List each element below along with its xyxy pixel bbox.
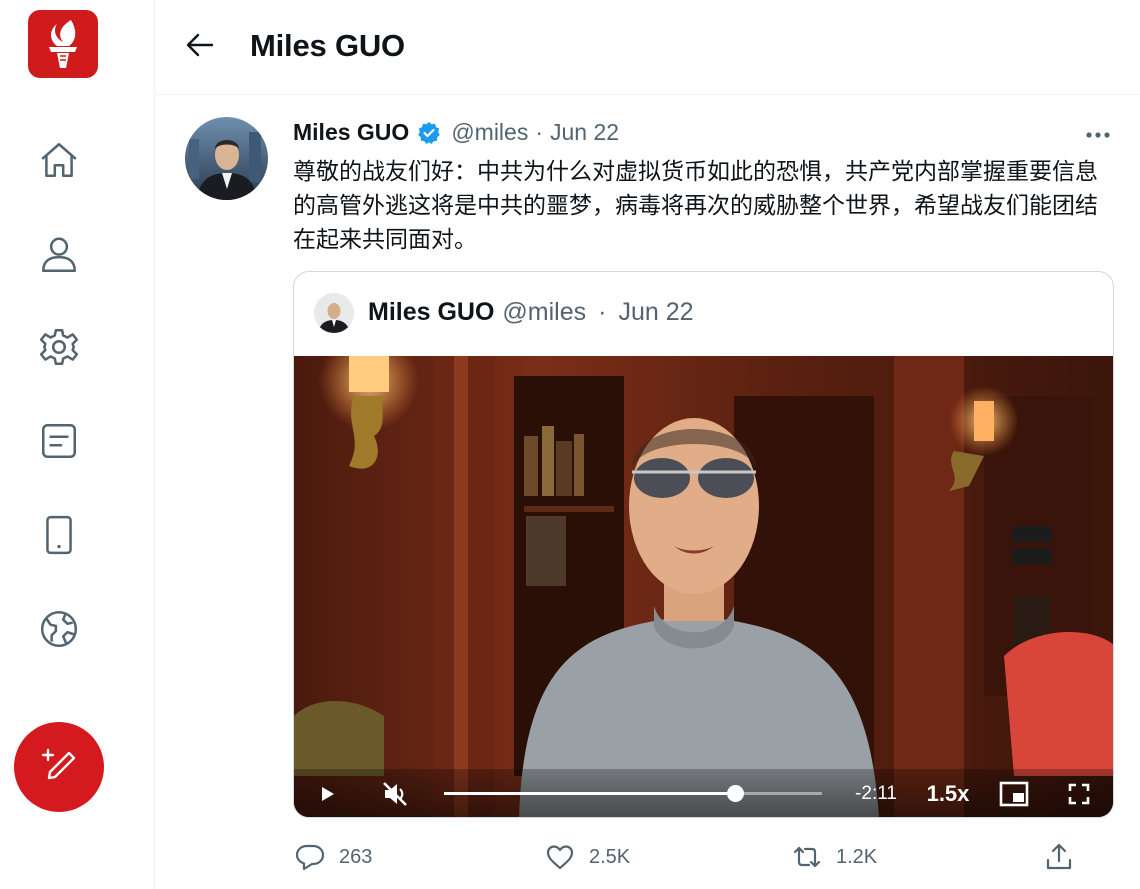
separator: · <box>535 119 544 145</box>
video-controls: -2:11 1.5x <box>294 769 1113 817</box>
retweet-icon <box>793 846 821 868</box>
pip-icon <box>999 781 1029 807</box>
torch-logo-icon[interactable] <box>28 10 98 78</box>
quoted-tweet[interactable]: Miles GUO @miles · Jun 22 -2:11 1.5x <box>293 271 1114 818</box>
reply-count: 263 <box>339 845 373 868</box>
share-button[interactable] <box>1044 840 1088 874</box>
reply-icon <box>295 844 325 871</box>
more-icon <box>1086 132 1110 138</box>
author-handle[interactable]: @miles <box>451 119 528 146</box>
share-icon <box>1046 843 1072 870</box>
back-button[interactable] <box>180 25 220 65</box>
tweet-text: 尊敬的战友们好：中共为什么对虚拟货币如此的恐惧，共产党内部掌握重要信息的高管外逃… <box>293 159 1098 253</box>
progress-handle[interactable] <box>727 785 745 802</box>
tweet-header: Miles GUO @miles · Jun 22 <box>293 119 619 146</box>
like-icon <box>546 845 574 870</box>
tweet-date[interactable]: Jun 22 <box>550 119 619 146</box>
compose-icon <box>41 748 76 780</box>
like-count: 2.5K <box>589 845 631 868</box>
play-icon <box>322 787 334 801</box>
video-frame <box>294 356 1113 817</box>
reply-button[interactable]: 263 <box>295 840 372 874</box>
quoted-header: Miles GUO @miles · Jun 22 <box>368 298 694 327</box>
globe-icon[interactable] <box>36 606 82 652</box>
back-arrow-icon <box>186 33 214 57</box>
video-player[interactable]: -2:11 1.5x <box>294 356 1113 817</box>
page-header: Miles GUO <box>155 0 1140 95</box>
playback-speed-button[interactable]: 1.5x <box>922 779 974 809</box>
avatar[interactable] <box>185 117 268 200</box>
quoted-date: Jun 22 <box>618 298 694 326</box>
mute-icon <box>383 782 407 806</box>
mute-button[interactable] <box>378 779 412 809</box>
fullscreen-button[interactable] <box>1064 779 1094 809</box>
progress-bar[interactable] <box>444 785 822 802</box>
page-title: Miles GUO <box>250 28 405 63</box>
quoted-separator: · <box>598 298 607 326</box>
retweet-count: 1.2K <box>836 845 878 868</box>
profile-icon[interactable] <box>36 231 82 277</box>
home-icon[interactable] <box>36 137 82 183</box>
quoted-author-name: Miles GUO <box>368 298 495 326</box>
verified-badge-icon <box>418 121 441 144</box>
notes-icon[interactable] <box>36 418 82 464</box>
more-button[interactable] <box>1080 120 1116 150</box>
time-remaining: -2:11 <box>855 783 897 804</box>
like-button[interactable]: 2.5K <box>545 840 630 874</box>
author-name[interactable]: Miles GUO <box>293 119 409 146</box>
fullscreen-icon <box>1068 783 1090 805</box>
quoted-author-handle: @miles <box>502 298 587 326</box>
pip-button[interactable] <box>997 779 1031 809</box>
quoted-avatar[interactable] <box>314 293 354 333</box>
play-button[interactable] <box>312 779 342 809</box>
settings-icon[interactable] <box>36 324 82 370</box>
compose-button[interactable] <box>14 722 104 812</box>
retweet-button[interactable]: 1.2K <box>792 840 877 874</box>
phone-icon[interactable] <box>36 512 82 558</box>
progress-fill <box>444 792 736 795</box>
sidebar <box>0 0 155 889</box>
